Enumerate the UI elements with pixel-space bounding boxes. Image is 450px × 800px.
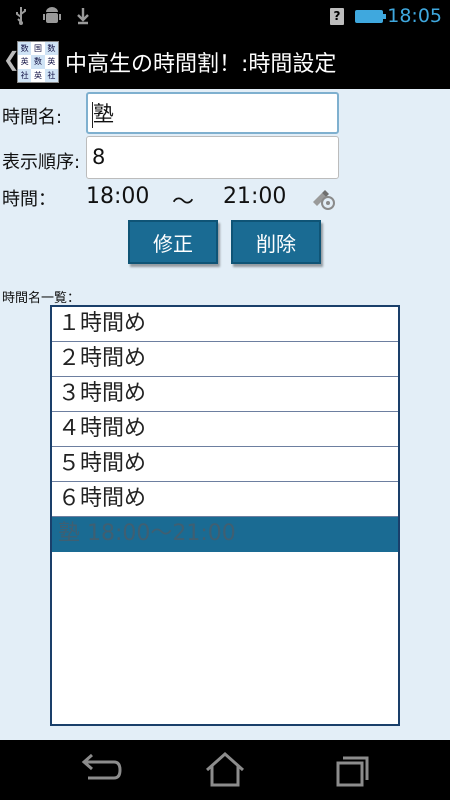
list-item[interactable]: ６時間め xyxy=(52,482,398,517)
order-field[interactable]: 8 xyxy=(86,136,339,179)
app-icon-char: 数 xyxy=(31,55,45,69)
delete-button[interactable]: 削除 xyxy=(231,220,321,264)
list-item[interactable]: ３時間め xyxy=(52,377,398,412)
list-item[interactable]: ２時間め xyxy=(52,342,398,377)
name-field-value: 塾 xyxy=(93,102,114,126)
list-item[interactable]: ４時間め xyxy=(52,412,398,447)
time-picker-icon[interactable] xyxy=(310,188,338,212)
home-nav-icon[interactable] xyxy=(195,750,255,790)
app-icon-char: 英 xyxy=(20,57,29,67)
edit-button[interactable]: 修正 xyxy=(128,220,218,264)
app-icon-char: 英 xyxy=(47,57,56,67)
recents-nav-icon[interactable] xyxy=(322,750,382,790)
end-time[interactable]: 21:00 xyxy=(223,184,286,209)
app-icon-char: 社 xyxy=(18,68,32,82)
app-icon-char: 国 xyxy=(33,44,42,53)
back-nav-icon[interactable] xyxy=(68,750,128,790)
battery-icon xyxy=(355,10,386,23)
time-label: 時間： xyxy=(2,189,56,210)
time-separator: 〜 xyxy=(172,190,195,215)
app-icon-char: 英 xyxy=(33,70,42,80)
list-label: 時間名一覧： xyxy=(2,291,81,306)
android-debug-icon xyxy=(42,6,62,31)
app-icon-char: 社 xyxy=(44,68,58,82)
app-icon-char: 数 xyxy=(18,42,32,56)
list-item-selected[interactable]: 塾 18:00〜21:00 xyxy=(52,517,398,552)
list-item[interactable]: ５時間め xyxy=(52,447,398,482)
status-bar: ? 18:05 xyxy=(0,0,450,33)
app-icon-char: 数 xyxy=(44,42,58,56)
app-icon[interactable]: 数 国 数 英 数 英 社 英 社 xyxy=(17,41,59,83)
order-label: 表示順序: xyxy=(2,152,81,173)
order-field-value: 8 xyxy=(92,145,106,169)
time-name-list[interactable]: １時間め ２時間め ３時間め ４時間め ５時間め ６時間め 塾 18:00〜21… xyxy=(50,305,400,726)
name-label: 時間名: xyxy=(2,107,63,128)
list-item[interactable]: １時間め xyxy=(52,307,398,342)
start-time[interactable]: 18:00 xyxy=(86,184,149,209)
page-title: 中高生の時間割！:時間設定 xyxy=(65,52,337,77)
name-field[interactable]: 塾 xyxy=(86,92,339,134)
download-icon xyxy=(76,6,90,31)
action-bar: ❮ 数 国 数 英 数 英 社 英 社 中高生の時間割！:時間設定 xyxy=(0,33,450,89)
status-time: 18:05 xyxy=(387,5,442,27)
usb-icon xyxy=(14,6,28,31)
navigation-bar xyxy=(0,740,450,800)
signal-icon: ? xyxy=(330,8,344,25)
text-caret xyxy=(92,102,93,128)
